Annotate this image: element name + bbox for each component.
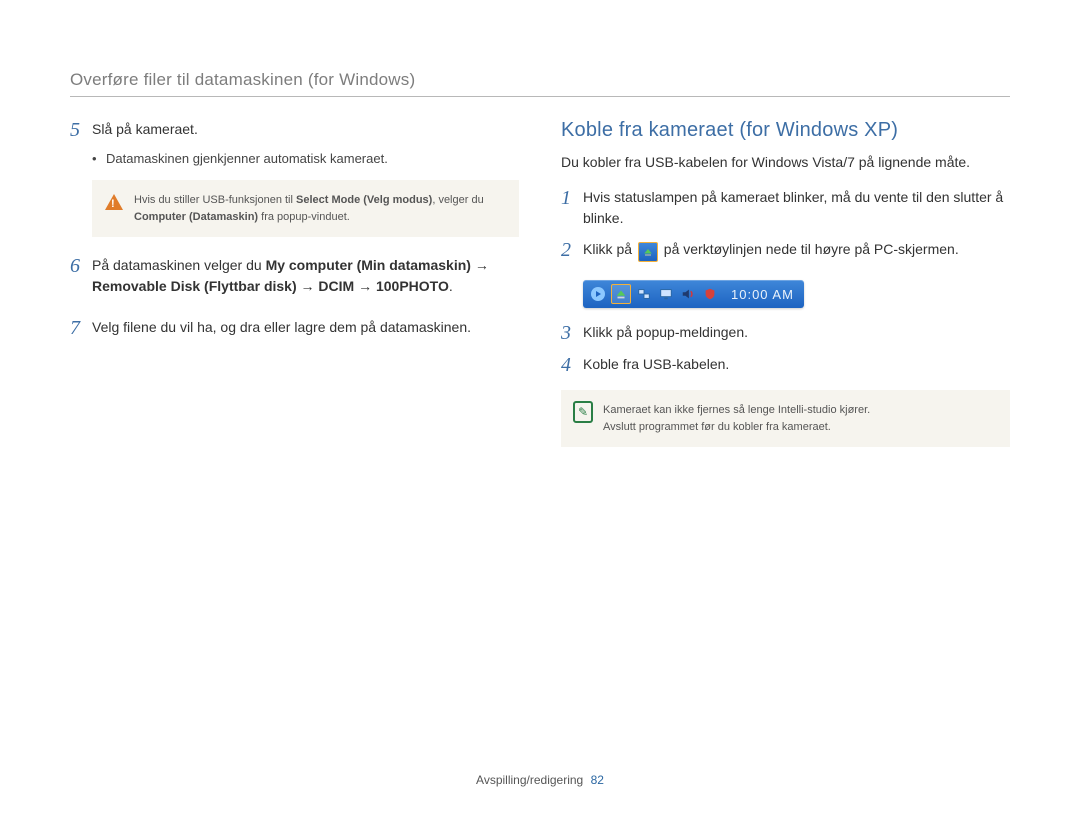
page: Overføre filer til datamaskinen (for Win…	[0, 0, 1080, 815]
step-5: 5 Slå på kameraet.	[70, 119, 519, 141]
step-number: 2	[561, 239, 583, 261]
step-number: 3	[561, 322, 583, 344]
step-text: Klikk på på verktøylinjen nede til høyre…	[583, 239, 1010, 262]
system-tray: 10:00 AM	[583, 280, 804, 308]
bullet-text: Datamaskinen gjenkjenner automatisk kame…	[106, 151, 388, 166]
section-heading: Koble fra kameraet (for Windows XP)	[561, 119, 1010, 142]
step-5-bullet: • Datamaskinen gjenkjenner automatisk ka…	[92, 151, 519, 166]
tray-network-icon[interactable]	[635, 285, 653, 303]
tray-display-icon[interactable]	[657, 285, 675, 303]
tray-safely-remove-icon[interactable]	[611, 284, 631, 304]
tray-shield-icon[interactable]	[701, 285, 719, 303]
intelli-studio-note: ✎ Kameraet kan ikke fjernes så lenge Int…	[561, 390, 1010, 447]
note-icon: ✎	[573, 402, 593, 422]
note-text: Kameraet kan ikke fjernes så lenge Intel…	[603, 402, 870, 435]
tray-clock[interactable]: 10:00 AM	[731, 287, 794, 302]
footer-section: Avspilling/redigering	[476, 773, 583, 787]
step-6: 6 På datamaskinen velger du My computer …	[70, 255, 519, 297]
section-intro: Du kobler fra USB-kabelen for Windows Vi…	[561, 152, 1010, 173]
usb-mode-note: Hvis du stiller USB-funksjonen til Selec…	[92, 180, 519, 237]
page-title: Overføre filer til datamaskinen (for Win…	[70, 70, 1010, 90]
tray-volume-icon[interactable]	[679, 285, 697, 303]
tray-expand-icon[interactable]	[589, 285, 607, 303]
header-divider	[70, 96, 1010, 97]
right-column: Koble fra kameraet (for Windows XP) Du k…	[561, 119, 1010, 465]
step-text: Hvis statuslampen på kameraet blinker, m…	[583, 187, 1010, 229]
step-number: 4	[561, 354, 583, 376]
bullet-icon: •	[92, 151, 106, 166]
note-text: Hvis du stiller USB-funksjonen til Selec…	[134, 192, 505, 225]
right-step-4: 4 Koble fra USB-kabelen.	[561, 354, 1010, 376]
step-text: Slå på kameraet.	[92, 119, 519, 140]
right-step-1: 1 Hvis statuslampen på kameraet blinker,…	[561, 187, 1010, 229]
step-text: Klikk på popup-meldingen.	[583, 322, 1010, 343]
step-7: 7 Velg filene du vil ha, og dra eller la…	[70, 317, 519, 339]
step-number: 7	[70, 317, 92, 339]
warning-icon	[104, 192, 124, 212]
footer-page-number: 82	[591, 773, 604, 787]
step-number: 1	[561, 187, 583, 209]
safely-remove-icon	[638, 242, 658, 262]
right-step-2: 2 Klikk på på verktøylinjen nede til høy…	[561, 239, 1010, 262]
step-text: Velg filene du vil ha, og dra eller lagr…	[92, 317, 519, 338]
content-columns: 5 Slå på kameraet. • Datamaskinen gjenkj…	[70, 119, 1010, 465]
right-step-3: 3 Klikk på popup-meldingen.	[561, 322, 1010, 344]
page-footer: Avspilling/redigering 82	[0, 773, 1080, 787]
step-text: På datamaskinen velger du My computer (M…	[92, 255, 519, 297]
step-text: Koble fra USB-kabelen.	[583, 354, 1010, 375]
step-number: 5	[70, 119, 92, 141]
left-column: 5 Slå på kameraet. • Datamaskinen gjenkj…	[70, 119, 519, 465]
step-number: 6	[70, 255, 92, 277]
